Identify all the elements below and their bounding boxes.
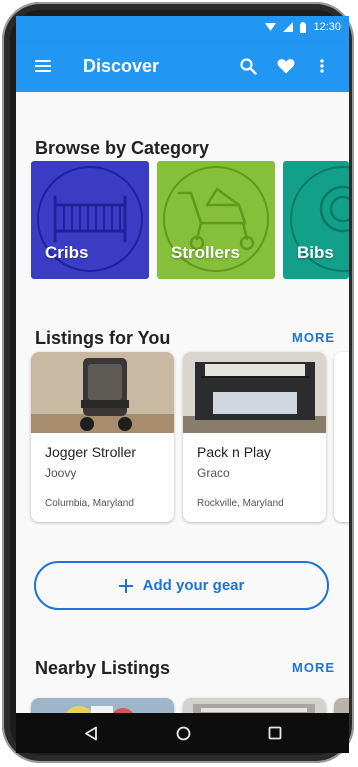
signal-icon	[283, 22, 294, 32]
category-label: Cribs	[45, 243, 89, 262]
hamburger-menu-icon	[35, 60, 51, 72]
add-your-gear-button[interactable]: Add your gear	[34, 561, 329, 610]
add-gear-label: Add your gear	[142, 577, 245, 594]
heart-icon	[277, 59, 295, 74]
home-icon	[176, 726, 190, 740]
recents-icon	[268, 726, 282, 740]
category-label: Strollers	[171, 243, 240, 262]
search-button[interactable]	[238, 56, 258, 76]
listing-brand: Joovy	[45, 466, 77, 480]
status-time: 12:30	[313, 21, 341, 33]
category-tile-bibs[interactable]: Bibs	[283, 161, 349, 279]
search-icon	[239, 57, 257, 75]
nearby-listing-photo	[31, 698, 174, 713]
favorites-button[interactable]	[275, 56, 297, 76]
browse-category-title: Browse by Category	[35, 138, 210, 158]
listing-title: Jogger Stroller	[45, 444, 137, 460]
status-icons: 12:30	[265, 21, 341, 33]
nearby-listing-photo	[334, 698, 349, 713]
listing-photo-pack-n-play	[183, 352, 326, 433]
category-tile-cribs[interactable]: Cribs	[31, 161, 149, 279]
listings-more-link[interactable]: MORE	[292, 330, 335, 345]
page-title: Discover	[83, 56, 160, 76]
nearby-listing-photo	[183, 698, 326, 713]
nearby-listing-card-partial[interactable]	[334, 698, 349, 713]
listing-photo-stroller	[31, 352, 174, 433]
battery-icon	[300, 21, 307, 33]
listing-card-pack-n-play[interactable]: Pack n Play Graco Rockville, Maryland	[183, 352, 326, 522]
listing-photo-partial	[334, 352, 349, 433]
nearby-listings-title: Nearby Listings	[35, 658, 171, 678]
back-icon	[85, 726, 97, 740]
app-bar: Discover	[16, 42, 349, 92]
category-tile-strollers[interactable]: Strollers	[157, 161, 275, 279]
listing-title: Pack n Play	[197, 444, 271, 460]
category-label: Bibs	[297, 243, 334, 262]
status-bar: 12:30	[16, 16, 349, 42]
menu-button[interactable]	[34, 58, 52, 74]
listing-brand: Graco	[197, 466, 230, 480]
back-button[interactable]	[80, 723, 102, 743]
wifi-icon	[265, 23, 277, 31]
listing-location: Columbia, Maryland	[45, 498, 134, 509]
listings-for-you-title: Listings for You	[35, 328, 171, 348]
listing-card-partial[interactable]	[334, 352, 349, 522]
overflow-menu-button[interactable]	[315, 57, 329, 75]
recents-button[interactable]	[264, 723, 286, 743]
system-navigation-bar	[16, 713, 349, 753]
nearby-more-link[interactable]: MORE	[292, 660, 335, 675]
nearby-listing-card[interactable]	[31, 698, 174, 713]
listing-card-jogger-stroller[interactable]: Jogger Stroller Joovy Columbia, Maryland	[31, 352, 174, 522]
content-area[interactable]: Browse by Category Cribs Strollers Bibs …	[16, 92, 349, 713]
more-vert-icon	[320, 59, 324, 73]
plus-icon	[118, 578, 133, 593]
nearby-listing-card[interactable]	[183, 698, 326, 713]
phone-screen: 12:30 Discover Browse by Category Cribs …	[16, 16, 349, 753]
home-button[interactable]	[172, 723, 194, 743]
listing-location: Rockville, Maryland	[197, 498, 284, 509]
